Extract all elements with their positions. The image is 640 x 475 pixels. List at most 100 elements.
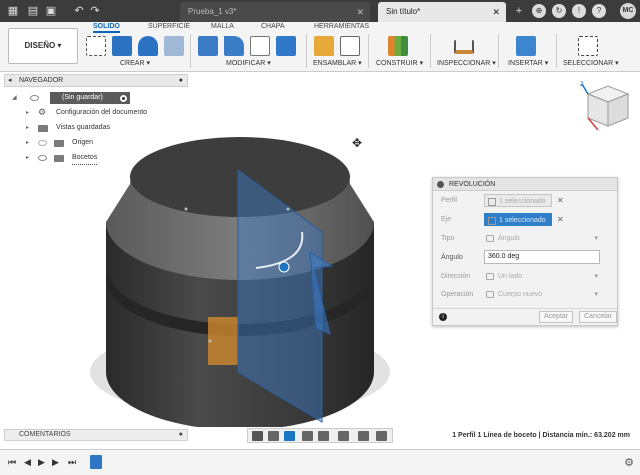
- hole-icon[interactable]: [164, 36, 184, 56]
- joint-icon[interactable]: [340, 36, 360, 56]
- clear-profile-icon[interactable]: ✕: [557, 196, 564, 205]
- user-avatar[interactable]: MC: [620, 3, 636, 19]
- angle-input[interactable]: 360.0 deg: [484, 250, 600, 264]
- tab-chapa[interactable]: CHAPA: [261, 23, 285, 30]
- divider: [498, 34, 499, 68]
- expand-icon[interactable]: ▸: [26, 122, 29, 134]
- cancel-button[interactable]: Cancelar: [579, 311, 618, 323]
- file-icon[interactable]: ▤: [26, 4, 40, 18]
- type-dropdown[interactable]: Ángulo: [484, 232, 600, 245]
- group-insertar[interactable]: INSERTAR ▾: [508, 59, 548, 67]
- visibility-eye-icon[interactable]: [30, 95, 39, 101]
- info-icon[interactable]: i: [439, 313, 447, 321]
- measure-icon[interactable]: [454, 40, 474, 54]
- navigator-header[interactable]: ◂ NAVEGADOR ●: [4, 74, 188, 87]
- collapse-icon[interactable]: ◂: [8, 75, 12, 86]
- tab-label: Sin título*: [386, 7, 421, 16]
- pin-icon[interactable]: ●: [179, 430, 183, 440]
- zoom-icon[interactable]: [302, 431, 313, 441]
- active-component-radio[interactable]: [119, 94, 128, 103]
- extrude-icon[interactable]: [112, 36, 132, 56]
- timeline-revolve-feature[interactable]: [90, 455, 102, 469]
- dialog-header[interactable]: REVOLUCIÓN: [433, 178, 617, 191]
- combine-icon[interactable]: [276, 36, 296, 56]
- expand-icon[interactable]: ◢: [12, 94, 17, 101]
- offset-plane-icon[interactable]: [388, 36, 408, 56]
- extensions-icon[interactable]: ⊕: [532, 4, 546, 18]
- operation-value: Cuerpo nuevo: [498, 291, 542, 298]
- group-construir[interactable]: CONSTRUIR ▾: [376, 59, 423, 67]
- expand-icon[interactable]: ▸: [26, 107, 29, 119]
- notifications-icon[interactable]: !: [572, 4, 586, 18]
- operation-label: Operación: [441, 291, 474, 298]
- comments-label: COMENTARIOS: [19, 431, 71, 438]
- group-crear[interactable]: CREAR ▾: [120, 59, 150, 67]
- pin-icon[interactable]: ●: [179, 75, 183, 86]
- navigator-root[interactable]: (Sin guardar): [50, 92, 130, 104]
- vertex-marker: [208, 339, 212, 343]
- app-grid-icon[interactable]: ▦: [6, 4, 20, 18]
- new-component-icon[interactable]: [314, 36, 334, 56]
- angle-handle[interactable]: [278, 261, 290, 273]
- direction-icon: [486, 273, 494, 280]
- expand-icon[interactable]: ▸: [26, 137, 29, 149]
- group-inspeccionar[interactable]: INSPECCIONAR ▾: [437, 59, 496, 67]
- last-step-icon[interactable]: ⏭: [68, 457, 76, 467]
- folder-icon: [38, 125, 48, 132]
- close-icon[interactable]: ✕: [356, 2, 364, 22]
- new-tab-icon[interactable]: +: [512, 4, 526, 18]
- viewcube[interactable]: Z: [574, 80, 634, 134]
- tab-sin-titulo[interactable]: Sin título* ✕: [378, 2, 506, 22]
- accept-button[interactable]: Aceptar: [539, 311, 574, 323]
- group-ensamblar[interactable]: ENSAMBLAR ▾: [313, 59, 362, 67]
- workspace-switcher[interactable]: DISEÑO ▾: [8, 28, 78, 64]
- group-seleccionar[interactable]: SELECCIONAR ▾: [563, 59, 619, 67]
- redo-icon[interactable]: ↷: [88, 4, 102, 18]
- insert-image-icon[interactable]: [516, 36, 536, 56]
- orbit-icon[interactable]: [252, 431, 263, 441]
- tab-prueba[interactable]: Prueba_1 v3* ✕: [180, 2, 370, 22]
- tab-solido[interactable]: SOLIDO: [93, 23, 120, 33]
- undo-icon[interactable]: ↶: [72, 4, 86, 18]
- help-icon[interactable]: ?: [592, 4, 606, 18]
- clear-axis-icon[interactable]: ✕: [557, 215, 564, 224]
- expand-icon[interactable]: ▸: [26, 152, 29, 164]
- first-step-icon[interactable]: ⏮: [8, 457, 16, 467]
- dialog-collapse-icon[interactable]: [437, 181, 444, 188]
- group-label: CREAR: [120, 60, 145, 67]
- operation-dropdown[interactable]: Cuerpo nuevo: [484, 288, 600, 301]
- tab-malla[interactable]: MALLA: [211, 23, 234, 30]
- look-at-icon[interactable]: [268, 431, 279, 441]
- tab-herramientas[interactable]: HERRAMIENTAS: [314, 23, 369, 30]
- step-forward-icon[interactable]: ▶: [52, 457, 59, 467]
- divider: [190, 34, 191, 68]
- fillet-icon[interactable]: [224, 36, 244, 56]
- fit-icon[interactable]: [318, 431, 329, 441]
- axis-selector[interactable]: 1 seleccionado: [484, 213, 552, 226]
- job-status-icon[interactable]: ↻: [552, 4, 566, 18]
- timeline-settings-icon[interactable]: ⚙: [624, 456, 634, 469]
- group-label: INSPECCIONAR: [437, 60, 491, 67]
- comments-panel-header[interactable]: COMENTARIOS ●: [4, 429, 188, 441]
- pan-icon[interactable]: [284, 431, 295, 441]
- direction-value: Un lado: [498, 273, 523, 280]
- select-icon[interactable]: [578, 36, 598, 56]
- hidden-eye-icon[interactable]: [38, 140, 47, 146]
- direction-dropdown[interactable]: Un lado: [484, 270, 600, 283]
- group-modificar[interactable]: MODIFICAR ▾: [226, 59, 271, 67]
- step-back-icon[interactable]: ◀: [24, 457, 31, 467]
- grid-settings-icon[interactable]: [358, 431, 369, 441]
- shell-icon[interactable]: [250, 36, 270, 56]
- revolve-icon[interactable]: [138, 36, 158, 56]
- close-icon[interactable]: ✕: [492, 2, 500, 22]
- display-settings-icon[interactable]: [338, 431, 349, 441]
- play-icon[interactable]: ▶: [38, 457, 45, 467]
- viewports-icon[interactable]: [376, 431, 387, 441]
- profile-selector[interactable]: 1 seleccionado: [484, 194, 552, 207]
- save-icon[interactable]: ▣: [44, 4, 58, 18]
- tab-superficie[interactable]: SUPERFICIE: [148, 23, 190, 30]
- press-pull-icon[interactable]: [198, 36, 218, 56]
- create-sketch-icon[interactable]: [86, 36, 106, 56]
- profile-label: Perfil: [441, 197, 457, 204]
- visibility-eye-icon[interactable]: [38, 155, 47, 161]
